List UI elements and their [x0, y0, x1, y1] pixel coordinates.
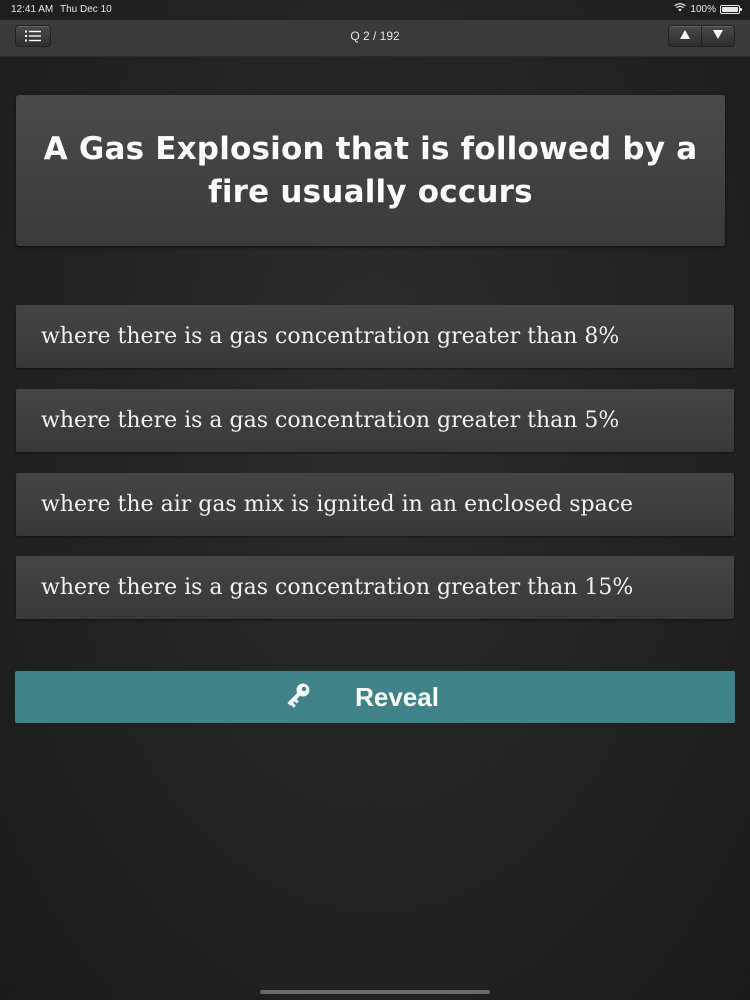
question-counter: Q 2 / 192: [350, 29, 400, 43]
status-bar: 12:41 AM Thu Dec 10 100%: [0, 0, 750, 20]
answer-option-4[interactable]: where there is a gas concentration great…: [16, 556, 734, 619]
home-indicator: [260, 990, 490, 994]
question-navigator: [668, 25, 735, 47]
question-card: A Gas Explosion that is followed by a fi…: [16, 95, 725, 246]
previous-question-button[interactable]: [669, 26, 701, 46]
arrow-down-icon: [713, 30, 723, 42]
answer-option-3[interactable]: where the air gas mix is ignited in an e…: [16, 473, 734, 536]
nav-bar: Q 2 / 192: [0, 20, 750, 57]
answer-option-2[interactable]: where there is a gas concentration great…: [16, 389, 734, 452]
answer-option-1[interactable]: where there is a gas concentration great…: [16, 305, 734, 368]
status-time: 12:41 AM: [11, 4, 54, 15]
arrow-up-icon: [680, 30, 690, 42]
reveal-label: Reveal: [355, 681, 439, 712]
next-question-button[interactable]: [701, 26, 734, 46]
status-indicators: 100%: [674, 3, 742, 15]
question-text: A Gas Explosion that is followed by a fi…: [43, 130, 698, 210]
wifi-icon: [674, 3, 687, 15]
quiz-screen: 12:41 AM Thu Dec 10 100% Q 2 / 192 A Gas…: [0, 0, 750, 1000]
battery-icon: [720, 4, 742, 14]
reveal-button[interactable]: Reveal: [15, 671, 735, 723]
key-icon: [281, 678, 315, 716]
status-date: Thu Dec 10: [60, 4, 112, 15]
battery-percent: 100%: [690, 3, 716, 15]
